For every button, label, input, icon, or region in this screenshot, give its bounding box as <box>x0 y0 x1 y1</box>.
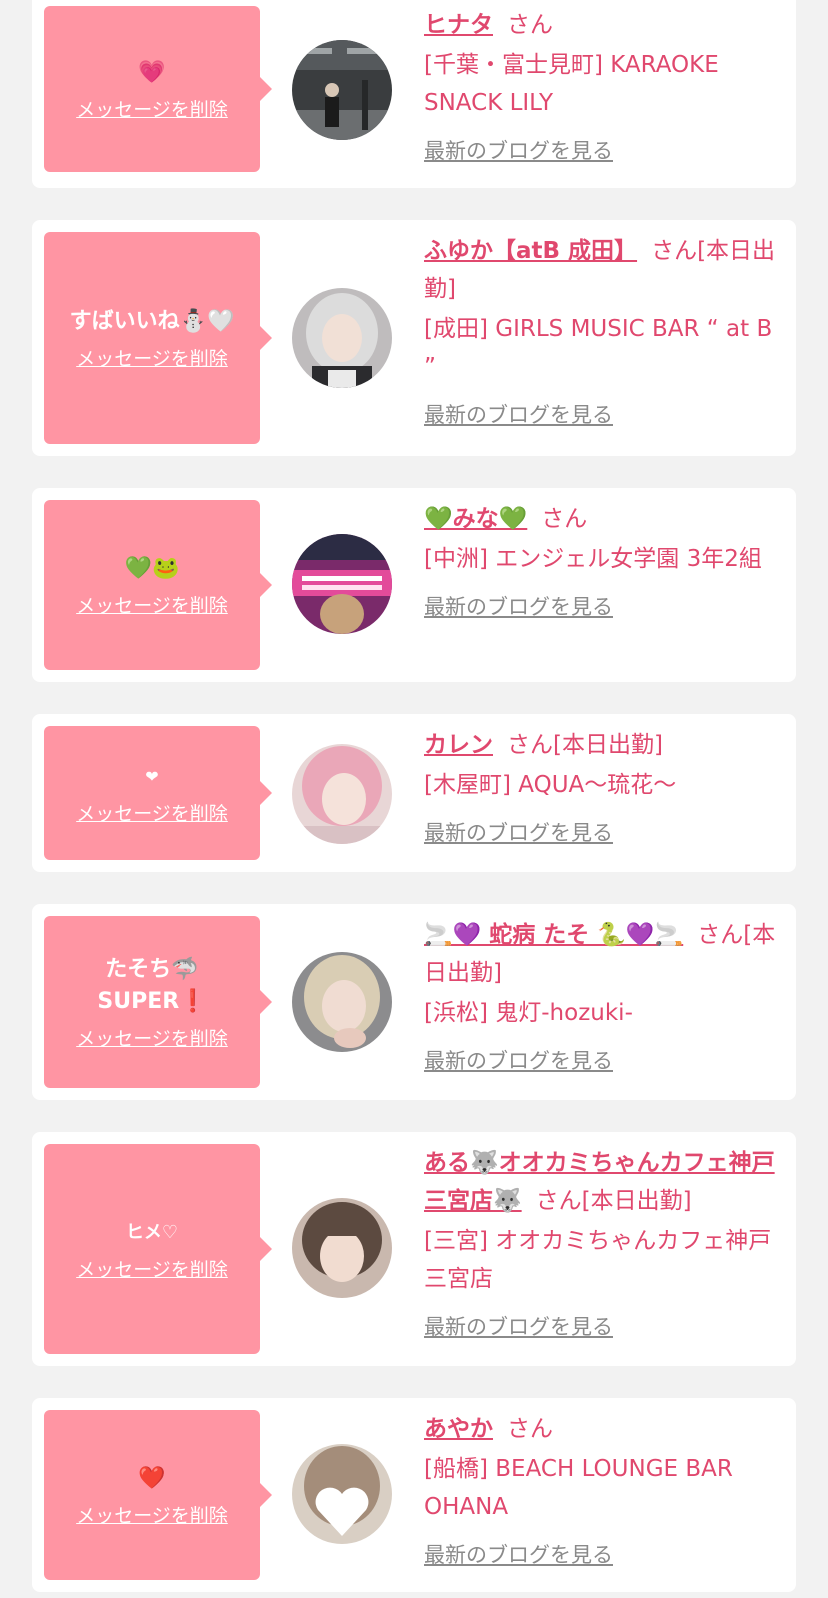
latest-blog-link[interactable]: 最新のブログを見る <box>424 396 613 434</box>
message-bubble: ヒメ♡ メッセージを削除 <box>44 1144 272 1354</box>
name-line: 🚬💜 蛇病 たそ 🐍💜🚬 さん[本日出勤] <box>424 916 790 992</box>
avatar[interactable] <box>292 1198 392 1298</box>
user-name-link[interactable]: 💚みな💚 <box>424 506 527 532</box>
name-line: あやか さん <box>424 1410 790 1448</box>
delete-message-button[interactable]: メッセージを削除 <box>76 344 228 371</box>
name-line: ふゆか【atB 成田】 さん[本日出勤] <box>424 232 790 308</box>
delete-message-button[interactable]: メッセージを削除 <box>76 591 228 618</box>
message-bubble: ❤️ メッセージを削除 <box>44 1410 272 1580</box>
pink-hair-girl-photo-icon <box>292 744 392 844</box>
shop-text: [船橋] BEACH LOUNGE BAR OHANA <box>424 1456 733 1520</box>
san-label: さん <box>507 12 553 38</box>
message-text: たそち🦈 SUPER❗ <box>97 956 207 1014</box>
favorite-card: ❤ メッセージを削除 カレン さん[本日出勤] [木屋町] AQUA〜琉花〜 最新… <box>32 714 796 872</box>
name-line: ヒナタ さん <box>424 6 790 44</box>
latest-blog-link[interactable]: 最新のブログを見る <box>424 1308 613 1346</box>
user-name-link[interactable]: ふゆか【atB 成田】 <box>424 238 637 264</box>
delete-message-button[interactable]: メッセージを削除 <box>76 1501 228 1528</box>
san-label: さん <box>507 732 553 758</box>
shop-text: [成田] GIRLS MUSIC BAR “ at B ” <box>424 316 773 380</box>
entry-info: カレン さん[本日出勤] [木屋町] AQUA〜琉花〜 最新のブログを見る <box>424 726 790 852</box>
san-label: さん <box>651 238 698 264</box>
entry-info: ヒナタ さん [千葉・富士見町] KARAOKE SNACK LILY 最新のブロ… <box>424 6 790 170</box>
message-bubble: ❤ メッセージを削除 <box>44 726 272 860</box>
entry-info: ふゆか【atB 成田】 さん[本日出勤] [成田] GIRLS MUSIC BAR… <box>424 232 790 434</box>
entry-info: 💚みな💚 さん [中洲] エンジェル女学園 3年2組 最新のブログを見る <box>424 500 790 626</box>
delete-message-button[interactable]: メッセージを削除 <box>76 1024 228 1051</box>
message-text: ❤️ <box>138 1465 166 1491</box>
message-text: 💗 <box>138 59 166 85</box>
san-label: さん <box>535 1188 582 1214</box>
avatar[interactable] <box>292 952 392 1052</box>
woman-in-parking-lot-photo-icon <box>292 40 392 140</box>
message-text: ❤ <box>145 766 159 786</box>
message-bubble: 💗 メッセージを削除 <box>44 6 272 172</box>
message-text: すばいいね⛄🤍 <box>69 308 235 334</box>
name-line: カレン さん[本日出勤] <box>424 726 790 764</box>
message-bubble: 💚🐸 メッセージを削除 <box>44 500 272 670</box>
favorite-card: ❤️ メッセージを削除 あやか さん [船橋] BEACH LOUNGE BAR … <box>32 1398 796 1592</box>
silver-hair-girl-photo-icon <box>292 288 392 388</box>
favorite-card: ヒメ♡ メッセージを削除 ある🐺オオカミちゃんカフェ神戸三宮店🐺 さん[本日出勤]… <box>32 1132 796 1366</box>
san-label: さん <box>541 506 588 532</box>
user-name-link[interactable]: 🚬💜 蛇病 たそ 🐍💜🚬 <box>424 922 683 948</box>
latest-blog-link[interactable]: 最新のブログを見る <box>424 132 613 170</box>
avatar[interactable] <box>292 40 392 140</box>
avatar[interactable] <box>292 1444 392 1544</box>
latest-blog-link[interactable]: 最新のブログを見る <box>424 1042 613 1080</box>
message-bubble: たそち🦈 SUPER❗ メッセージを削除 <box>44 916 272 1088</box>
latest-blog-link[interactable]: 最新のブログを見る <box>424 588 613 626</box>
message-text: 💚🐸 <box>124 555 180 581</box>
delete-message-button[interactable]: メッセージを削除 <box>76 799 228 826</box>
favorite-card: すばいいね⛄🤍 メッセージを削除 ふゆか【atB 成田】 さん[本日出勤] [成田… <box>32 220 796 456</box>
san-label: さん <box>697 922 744 948</box>
user-name-link[interactable]: ヒナタ <box>424 12 493 38</box>
school-girl-poster-photo-icon <box>292 534 392 634</box>
entry-info: あやか さん [船橋] BEACH LOUNGE BAR OHANA 最新のブログ… <box>424 1410 790 1574</box>
favorite-card: たそち🦈 SUPER❗ メッセージを削除 🚬💜 蛇病 たそ 🐍💜🚬 さん[本日出勤… <box>32 904 796 1100</box>
favorite-card: 💚🐸 メッセージを削除 💚みな💚 さん [中洲] エンジェル女学園 3年2組 最新… <box>32 488 796 682</box>
delete-message-button[interactable]: メッセージを削除 <box>76 1255 228 1282</box>
status-suffix: [本日出勤] <box>581 1188 692 1214</box>
status-suffix: [本日出勤] <box>553 732 663 758</box>
brown-hair-girl-photo-icon <box>292 1198 392 1298</box>
entry-info: 🚬💜 蛇病 たそ 🐍💜🚬 さん[本日出勤] [浜松] 鬼灯-hozuki- 最新の… <box>424 916 790 1080</box>
avatar[interactable] <box>292 744 392 844</box>
shop-text: [浜松] 鬼灯-hozuki- <box>424 1000 633 1026</box>
latest-blog-link[interactable]: 最新のブログを見る <box>424 814 613 852</box>
shop-text: [三宮] オオカミちゃんカフェ神戸三宮店 <box>424 1228 772 1292</box>
entry-info: ある🐺オオカミちゃんカフェ神戸三宮店🐺 さん[本日出勤] [三宮] オオカミちゃん… <box>424 1144 790 1346</box>
message-text: ヒメ♡ <box>125 1221 179 1243</box>
heart-covered-face-photo-icon <box>292 1444 392 1544</box>
avatar[interactable] <box>292 288 392 388</box>
shop-text: [木屋町] AQUA〜琉花〜 <box>424 772 677 798</box>
message-bubble: すばいいね⛄🤍 メッセージを削除 <box>44 232 272 444</box>
delete-message-button[interactable]: メッセージを削除 <box>76 95 228 122</box>
shop-text: [千葉・富士見町] KARAOKE SNACK LILY <box>424 52 719 116</box>
name-line: ある🐺オオカミちゃんカフェ神戸三宮店🐺 さん[本日出勤] <box>424 1144 790 1220</box>
shop-text: [中洲] エンジェル女学園 3年2組 <box>424 546 762 572</box>
user-name-link[interactable]: カレン <box>424 732 493 758</box>
latest-blog-link[interactable]: 最新のブログを見る <box>424 1536 613 1574</box>
blonde-girl-selfie-photo-icon <box>292 952 392 1052</box>
name-line: 💚みな💚 さん <box>424 500 790 538</box>
san-label: さん <box>507 1416 553 1442</box>
favorite-card: 💗 メッセージを削除 ヒナタ さん [千葉・富士見町] KARAOKE SNACK… <box>32 0 796 188</box>
user-name-link[interactable]: あやか <box>424 1416 493 1442</box>
avatar[interactable] <box>292 534 392 634</box>
